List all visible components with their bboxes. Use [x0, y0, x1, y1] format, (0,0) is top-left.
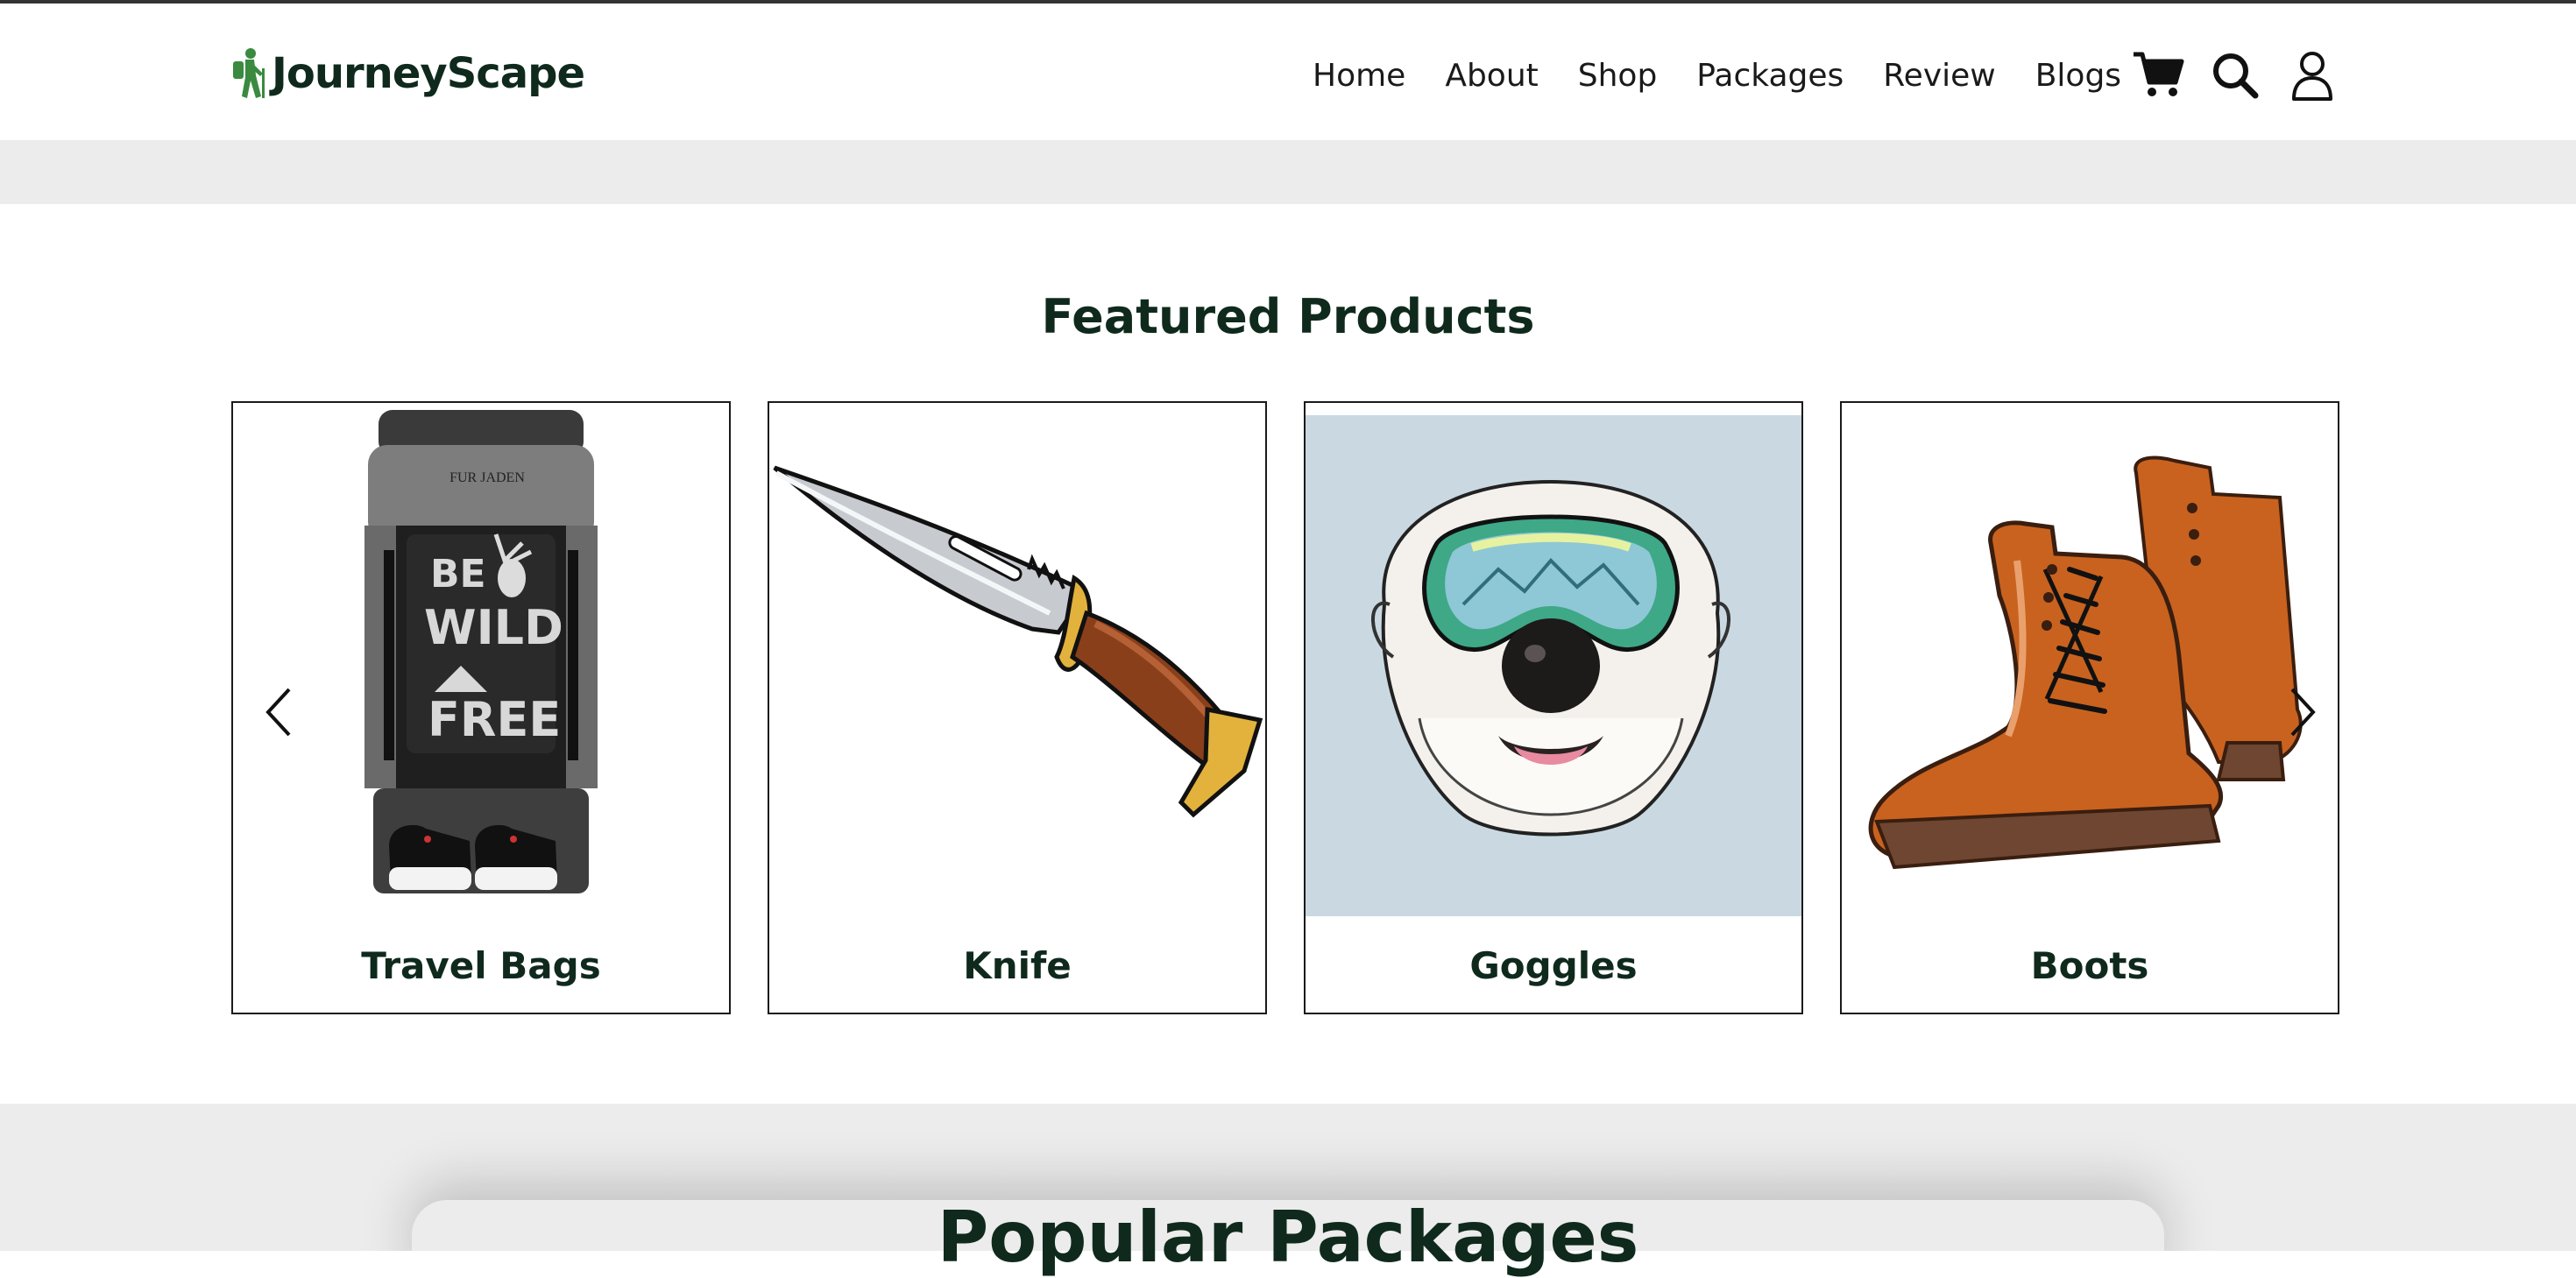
nav-link-about[interactable]: About — [1445, 58, 1538, 94]
product-card-label: Travel Bags — [361, 944, 601, 987]
chevron-left-icon — [265, 688, 291, 737]
boots-image — [1868, 455, 2303, 870]
product-card-label: Goggles — [1469, 944, 1638, 987]
backpack-image: FUR JADEN BE WILD FREE — [364, 410, 598, 893]
featured-products-slider: FUR JADEN BE WILD FREE Travel Bags Knife… — [231, 401, 2345, 1016]
goggles-image — [1306, 415, 1801, 916]
nav-link-shop[interactable]: Shop — [1578, 58, 1658, 94]
cart-icon — [2134, 52, 2184, 96]
product-card-boots[interactable]: Boots — [1840, 401, 2339, 1014]
search-button[interactable] — [2206, 46, 2264, 104]
slider-prev-button[interactable] — [256, 681, 300, 743]
cart-button[interactable] — [2129, 46, 2187, 104]
popular-packages-title: Popular Packages — [937, 1197, 1639, 1278]
slider-next-button[interactable] — [2282, 681, 2325, 743]
brand-name: JourneyScape — [272, 49, 585, 98]
search-icon — [2213, 53, 2259, 99]
knife-image — [773, 465, 1263, 818]
nav-link-packages[interactable]: Packages — [1696, 58, 1844, 94]
nav-link-blogs[interactable]: Blogs — [2035, 58, 2121, 94]
chevron-right-icon — [2290, 688, 2316, 737]
product-card-knife[interactable]: Knife — [768, 401, 1267, 1014]
featured-products-title: Featured Products — [1041, 289, 1535, 344]
product-card-goggles[interactable]: Goggles — [1304, 401, 1803, 1014]
header-divider-band — [0, 140, 2576, 204]
svg-text:FREE: FREE — [428, 692, 561, 747]
account-button[interactable] — [2283, 46, 2341, 104]
svg-text:FUR JADEN: FUR JADEN — [449, 470, 525, 485]
header-actions — [2129, 46, 2341, 105]
site-header: JourneyScape Home About Shop Packages Re… — [0, 4, 2576, 140]
nav-link-review[interactable]: Review — [1883, 58, 1995, 94]
hiker-icon — [233, 48, 265, 98]
product-card-travel-bags[interactable]: FUR JADEN BE WILD FREE Travel Bags — [231, 401, 731, 1014]
nav-link-home[interactable]: Home — [1313, 58, 1405, 94]
product-card-label: Boots — [2030, 944, 2149, 987]
main-nav: Home About Shop Packages Review Blogs — [1313, 49, 2121, 102]
brand-logo[interactable]: JourneyScape — [230, 42, 585, 105]
user-icon — [2292, 52, 2332, 101]
svg-text:BE: BE — [430, 552, 486, 597]
product-card-label: Knife — [963, 944, 1072, 987]
svg-text:WILD: WILD — [424, 600, 563, 655]
